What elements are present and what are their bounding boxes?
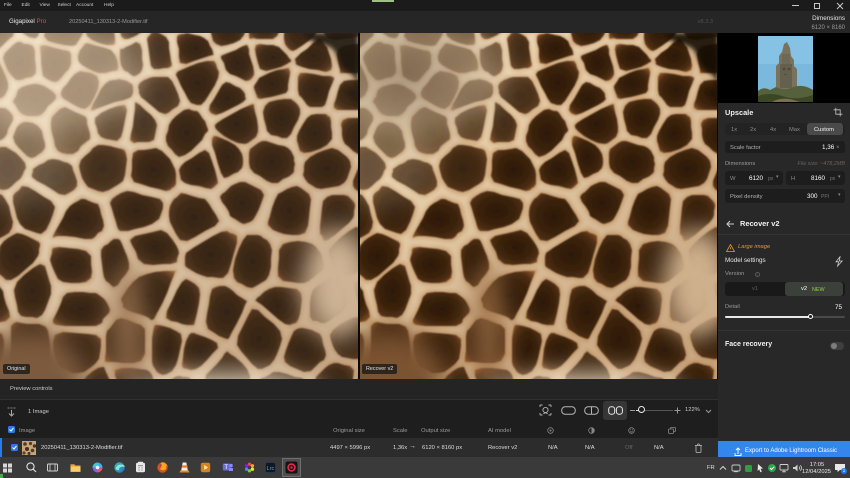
svg-text:T: T xyxy=(224,465,228,471)
svg-text:Lrc: Lrc xyxy=(267,466,275,472)
